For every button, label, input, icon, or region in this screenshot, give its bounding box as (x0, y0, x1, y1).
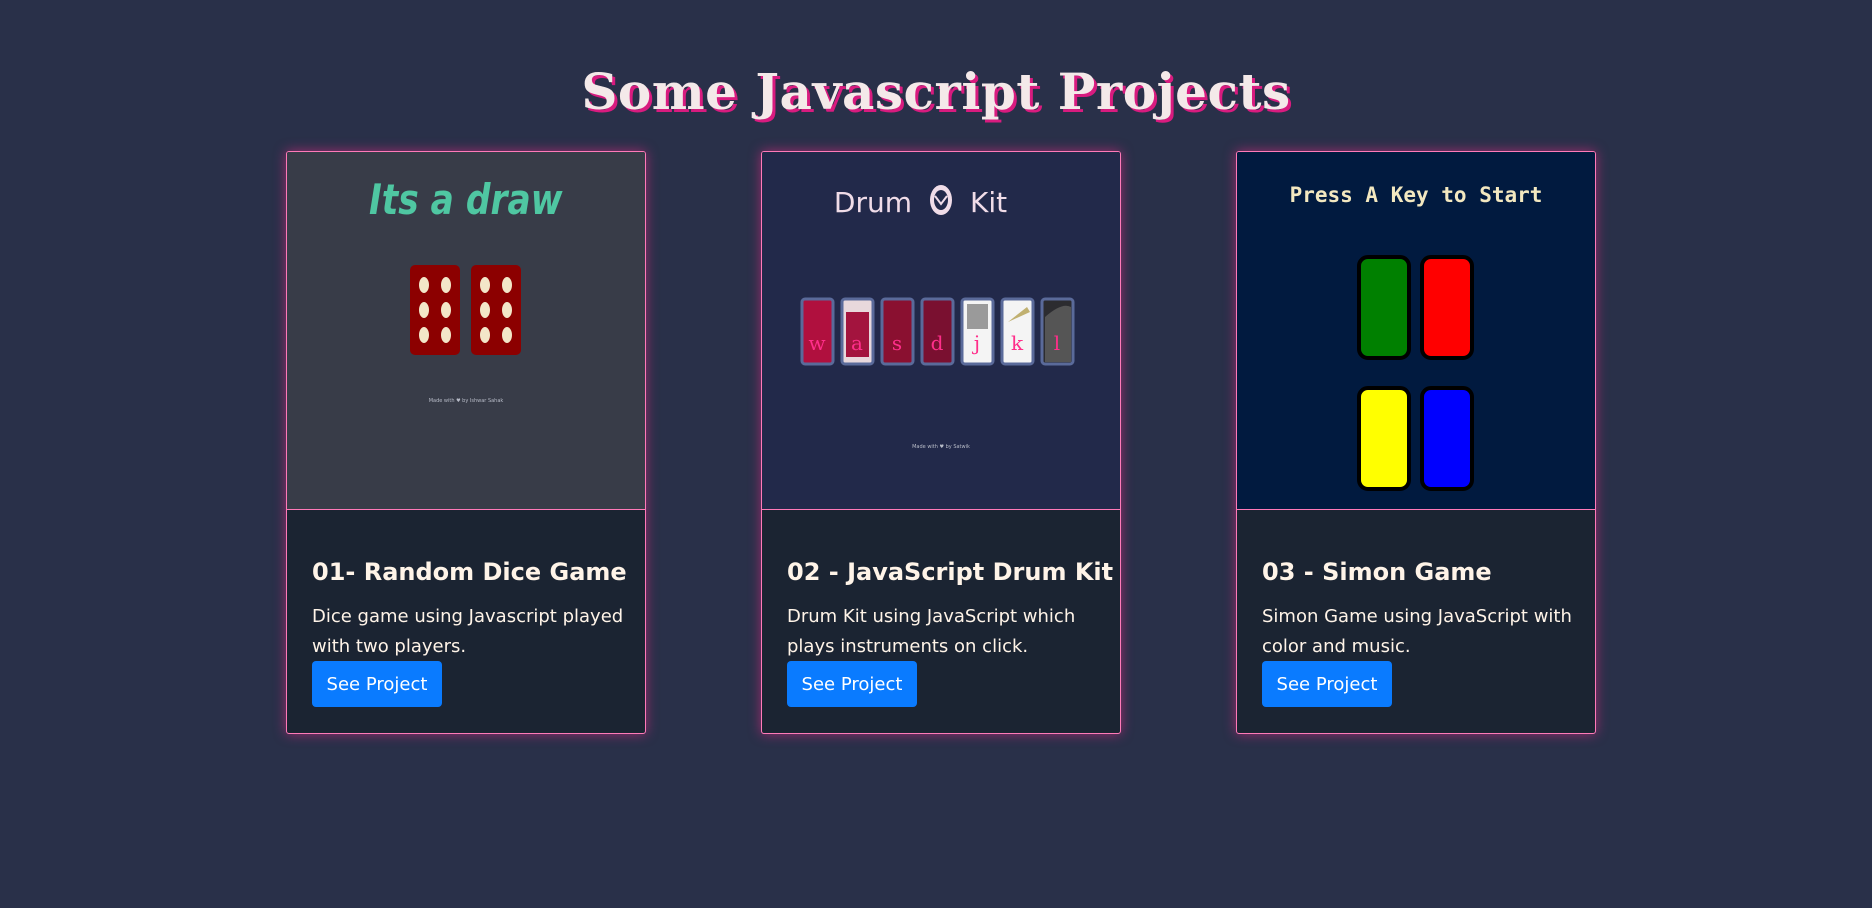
project-description: Simon Game using JavaScript with color a… (1262, 606, 1572, 657)
svg-text:s: s (892, 331, 902, 355)
drum-key-d: d (920, 297, 955, 366)
drum-key-a: a (840, 297, 875, 366)
svg-text:a: a (851, 331, 863, 355)
drum-key-s: s (880, 297, 915, 366)
simon-green-pad (1357, 255, 1411, 360)
see-project-button[interactable]: See Project (312, 661, 442, 707)
project-title: 02 - JavaScript Drum Kit (787, 557, 1114, 586)
thumbnail-heading: Its a draw (369, 176, 563, 225)
project-description: Dice game using Javascript played with t… (312, 606, 624, 657)
simon-red-pad (1420, 255, 1474, 360)
project-thumbnail-simon: Press A Key to Start (1237, 152, 1595, 510)
svg-text:w: w (808, 331, 825, 355)
thumbnail-heading-right: Kit (970, 186, 1007, 219)
project-title: 01- Random Dice Game (312, 557, 627, 586)
thumbnail-footer: Made with ♥ by Satwik (912, 444, 970, 450)
drum-key-j: j (960, 297, 995, 366)
project-title: 03 - Simon Game (1262, 557, 1492, 586)
drum-icon (930, 185, 952, 215)
dice-icon (471, 265, 521, 355)
drum-key-l: l (1040, 297, 1075, 366)
see-project-button[interactable]: See Project (1262, 661, 1392, 707)
simon-yellow-pad (1357, 386, 1411, 491)
project-description: Drum Kit using JavaScript which plays in… (787, 606, 1076, 657)
project-card-dice: Its a draw Made with ♥ by Ishwar Sahak 0… (286, 151, 646, 734)
see-project-button[interactable]: See Project (787, 661, 917, 707)
svg-text:d: d (931, 331, 944, 355)
svg-text:j: j (972, 331, 980, 355)
svg-text:l: l (1054, 331, 1060, 355)
thumbnail-footer: Made with ♥ by Ishwar Sahak (429, 398, 504, 404)
thumbnail-heading-left: Drum (834, 186, 912, 219)
project-card-simon: Press A Key to Start 03 - Simon Game Sim… (1236, 151, 1596, 734)
project-card-drum-kit: Drum Kit w a s d j k l Made with ♥ by Sa… (761, 151, 1121, 734)
thumbnail-heading: Press A Key to Start (1290, 183, 1543, 207)
project-thumbnail-dice: Its a draw Made with ♥ by Ishwar Sahak (287, 152, 645, 510)
simon-blue-pad (1420, 386, 1474, 491)
page-title: Some Javascript Projects (581, 61, 1291, 121)
svg-text:k: k (1011, 331, 1024, 355)
project-thumbnail-drum-kit: Drum Kit w a s d j k l Made with ♥ by Sa… (762, 152, 1120, 510)
dice-icon (410, 265, 460, 355)
drum-key-k: k (1000, 297, 1035, 366)
drum-key-w: w (800, 297, 835, 366)
